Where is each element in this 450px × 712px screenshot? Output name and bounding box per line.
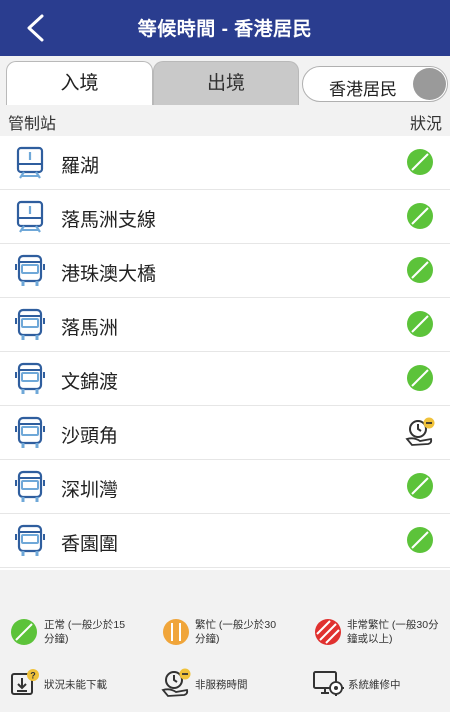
legend-normal-line1: 正常 (一般少於15 [44, 619, 126, 631]
status-normal-icon [407, 365, 433, 391]
station-name: 羅湖 [61, 156, 100, 177]
status-normal-icon [407, 311, 433, 337]
app-header: 等候時間 - 香港居民 [0, 0, 450, 56]
status-normal-icon [407, 203, 433, 229]
bus-icon [15, 308, 45, 340]
station-name: 落馬洲支線 [61, 210, 157, 231]
station-row[interactable]: 文錦渡 [0, 352, 450, 406]
status-normal-icon [407, 527, 433, 553]
legend-busy-line1: 繁忙 (一般少於30 [195, 619, 277, 631]
station-row[interactable]: 落馬洲 [0, 298, 450, 352]
legend-busy: 繁忙 (一般少於30 分鐘) [195, 618, 276, 646]
non-service-hours-icon [405, 417, 435, 446]
station-row[interactable]: 港珠澳大橋 [0, 244, 450, 298]
bus-icon [15, 362, 45, 394]
resident-toggle[interactable]: 香港居民 [302, 66, 448, 102]
legend-normal: 正常 (一般少於15 分鐘) [44, 618, 125, 646]
station-row[interactable]: 深圳灣 [0, 460, 450, 514]
tab-exit[interactable]: 出境 [153, 61, 299, 105]
non-service-hours-icon [161, 668, 191, 697]
station-row[interactable]: 落馬洲支線 [0, 190, 450, 244]
legend-unavailable: 狀況未能下載 [44, 679, 107, 691]
status-normal-icon [407, 257, 433, 283]
status-busy-icon [163, 619, 189, 645]
station-name: 沙頭角 [61, 426, 119, 447]
svg-text:?: ? [30, 671, 36, 681]
station-row[interactable]: 沙頭角 [0, 406, 450, 460]
station-name: 落馬洲 [61, 318, 119, 339]
legend-busy-line2: 分鐘) [195, 633, 220, 645]
legend-maintenance: 系統維修中 [348, 679, 401, 691]
legend-normal-line2: 分鐘) [44, 633, 69, 645]
station-row[interactable]: 羅湖 [0, 136, 450, 190]
page-title: 等候時間 - 香港居民 [137, 19, 313, 40]
station-row[interactable]: 香園圍 [0, 514, 450, 568]
system-maintenance-icon [313, 671, 344, 696]
column-station: 管制站 [8, 116, 57, 133]
bus-icon [15, 416, 45, 448]
legend-non-service: 非服務時間 [195, 679, 248, 691]
column-status: 狀況 [409, 116, 442, 133]
toggle-label: 香港居民 [329, 80, 397, 99]
station-name: 香園圍 [61, 534, 119, 555]
status-very-busy-icon [315, 619, 341, 645]
toggle-knob[interactable] [413, 68, 446, 100]
bus-icon [15, 524, 45, 556]
station-name: 港珠澳大橋 [61, 264, 157, 285]
legend-very-busy-line2: 鐘或以上) [347, 633, 393, 645]
station-name: 深圳灣 [61, 480, 119, 501]
station-list: 羅湖落馬洲支線港珠澳大橋落馬洲文錦渡沙頭角深圳灣香園圍 [0, 136, 450, 568]
train-icon [16, 146, 44, 179]
status-normal-icon [407, 149, 433, 175]
bus-icon [15, 254, 45, 286]
legend-very-busy: 非常繁忙 (一般30分 鐘或以上) [347, 618, 439, 646]
bus-icon [15, 470, 45, 502]
legend: 正常 (一般少於15 分鐘) 繁忙 (一般少於30 分鐘) 非常繁忙 (一般30… [0, 570, 450, 712]
status-normal-icon [11, 619, 37, 645]
legend-very-busy-line1: 非常繁忙 (一般30分 [347, 619, 439, 631]
column-header: 管制站 狀況 [0, 106, 450, 136]
tab-bar: 入境 出境 香港居民 [0, 56, 450, 106]
download-unavailable-icon: ? [11, 669, 39, 695]
station-name: 文錦渡 [61, 372, 119, 393]
tab-entry[interactable]: 入境 [6, 61, 153, 105]
train-icon [16, 200, 44, 233]
status-normal-icon [407, 473, 433, 499]
